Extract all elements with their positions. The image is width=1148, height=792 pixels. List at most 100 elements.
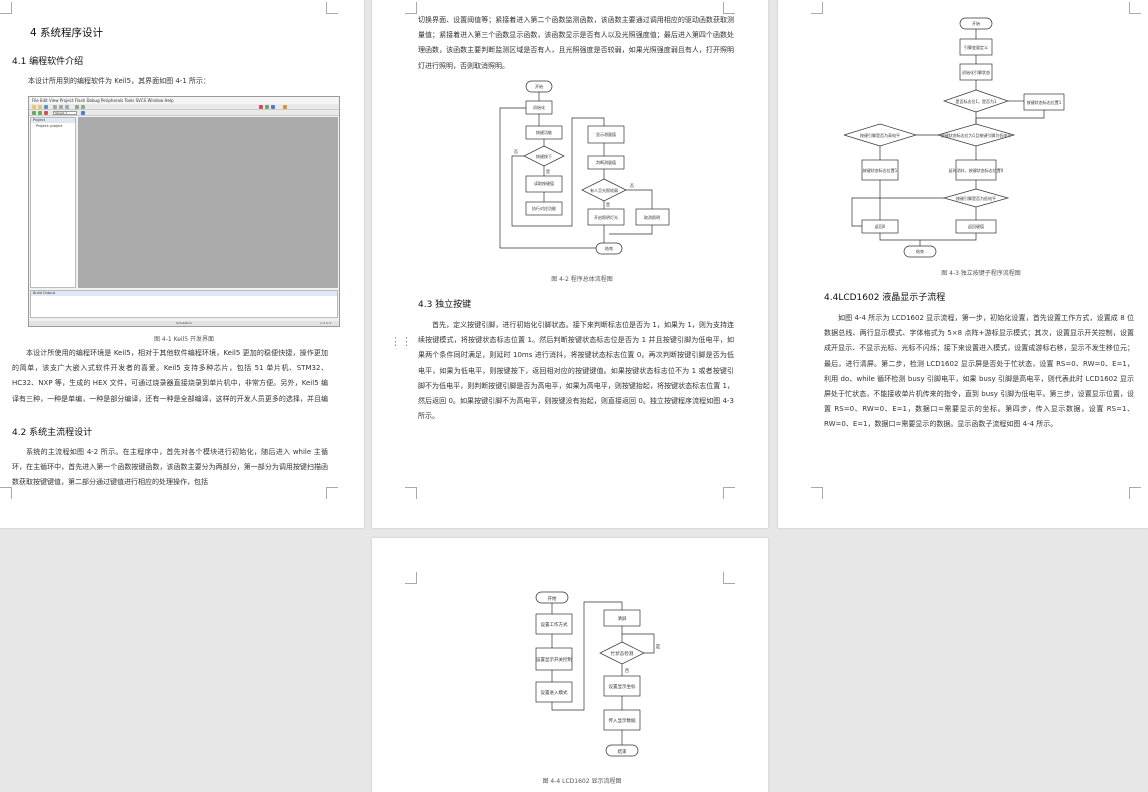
figure-caption: 图 4-2 程序总体流程图 — [551, 276, 613, 283]
status-position: L:1 C:1 — [320, 321, 331, 325]
project-panel: Project Project: project — [30, 117, 76, 288]
node-cond: 有人且光照较弱 — [590, 187, 618, 193]
label-no: 否 — [514, 149, 518, 154]
options-icon — [81, 111, 85, 115]
build-output-header: Build Output — [31, 291, 337, 296]
redo-icon — [81, 105, 85, 109]
section-heading: 4.1 编程软件介绍 — [12, 57, 84, 67]
node-clear: 清屏 — [618, 615, 627, 622]
node-read-key: 读取按键值 — [534, 180, 554, 186]
crop-mark — [1129, 487, 1141, 499]
copy-icon — [59, 105, 63, 109]
figure-caption: 图 4-1 Keil5 开发界面 — [153, 336, 214, 343]
search-icon — [271, 105, 275, 109]
ide-menubar: File Edit View Project Flash Debug Perip… — [29, 97, 339, 104]
node-mode: 设置工作方式 — [541, 621, 568, 628]
node-exec: 执行对应功能 — [532, 205, 556, 211]
node-init: 初始化 — [533, 104, 545, 110]
crop-mark — [723, 487, 735, 499]
node-start: 开始 — [535, 83, 543, 89]
node-init: 初始化引脚状态 — [962, 69, 990, 75]
node-light-off: 取消照明 — [644, 214, 660, 220]
label-yes: 是 — [656, 644, 661, 650]
crop-mark — [326, 2, 338, 14]
editor-area — [78, 117, 338, 288]
label-yes: 是 — [606, 201, 610, 207]
node-disp: 设置显示开关控制 — [536, 656, 572, 663]
paragraph: 首先，定义按键引脚，进行初始化引脚状态。接下来判断标志位是否为 1，如果为 1，… — [418, 321, 734, 421]
debug-icon — [259, 105, 263, 109]
crop-mark — [811, 2, 823, 14]
build-output-panel: Build Output — [30, 290, 338, 318]
section-heading: 4.3 独立按键 — [418, 300, 472, 310]
keil5-screenshot: File Edit View Project Flash Debug Perip… — [28, 96, 340, 327]
node-end: 结束 — [605, 245, 613, 251]
ide-statusbar: Simulation L:1 C:1 — [29, 321, 339, 326]
node-cond2: 按键状态标志位为1且按键引脚为低电平 — [941, 132, 1012, 138]
crop-mark — [0, 2, 12, 14]
ide-build-toolbar: Target 1 — [29, 110, 339, 116]
cut-icon — [53, 105, 57, 109]
paragraph: 切换界面、设置阈值等；紧接着进入第二个函数监测函数，该函数主要通过调用相应的驱动… — [418, 16, 734, 70]
figure-caption: 图 4-4 LCD1602 显示流程图 — [542, 778, 622, 785]
download-icon — [44, 111, 48, 115]
node-pos: 设置显示坐标 — [609, 683, 636, 690]
flowchart-fig4-4: 开始 设置工作方式 设置显示开关控制 设置进入模式 清屏 忙状态检测 设置显示坐… — [535, 591, 661, 757]
label-no: 否 — [625, 668, 630, 674]
flowchart-fig4-2: 开始 初始化 按键功能 按键按下 读取按键值 执行对应功能 显示测量值 判断测量… — [499, 80, 670, 255]
node-end: 结束 — [618, 748, 627, 755]
paragraph: 本设计所用到的编程软件为 Keil5，其界面如图 4-1 所示： — [28, 77, 210, 85]
flowchart-fig4-3: 开始 引脚变量定义 初始化引脚状态 是否标志位1，是否为1 按键状态标志位置1 … — [844, 17, 1065, 258]
chapter-title: 4 系统程序设计 — [30, 27, 104, 39]
label-no: 否 — [630, 183, 634, 188]
node-delay: 延时消抖，按键状态标志位置0 — [949, 167, 1004, 173]
node-set1: 按键状态标志位置1 — [863, 167, 898, 173]
document-page-3: 开始 引脚变量定义 初始化引脚状态 是否标志位1，是否为1 按键状态标志位置1 … — [778, 0, 1148, 528]
save-icon — [44, 105, 48, 109]
node-busy: 忙状态检测 — [611, 650, 634, 657]
node-retkey: 返回键值 — [968, 223, 984, 229]
node-end: 结束 — [916, 248, 924, 254]
node-data: 传入显示数据 — [609, 717, 636, 724]
open-icon — [38, 105, 42, 109]
node-ret0: 返回0 — [875, 223, 886, 229]
settings-icon — [283, 105, 287, 109]
document-page-2: 切换界面、设置阈值等；紧接着进入第二个函数监测函数，该函数主要通过调用相应的驱动… — [372, 0, 768, 528]
project-tree-item: Project: project — [36, 124, 63, 128]
label-yes: 是 — [546, 168, 550, 174]
node-mode: 是否标志位1，是否为1 — [955, 98, 997, 104]
crop-mark — [723, 572, 735, 584]
drag-handle-icon[interactable]: ⋮⋮ — [390, 336, 412, 347]
node-set-flag: 按键状态标志位置1 — [1027, 99, 1062, 105]
paragraph: 系统的主流程如图 4-2 所示。在主程序中，首先对各个模块进行初始化，随后进入 … — [12, 448, 328, 487]
document-page-4: 开始 设置工作方式 设置显示开关控制 设置进入模式 清屏 忙状态检测 设置显示坐… — [372, 538, 768, 792]
node-light-on: 开启照明灯光 — [594, 214, 618, 220]
section-heading: 4.4LCD1602 液晶显示子流程 — [824, 293, 946, 303]
rebuild-icon — [38, 111, 42, 115]
paste-icon — [65, 105, 69, 109]
run-icon — [265, 105, 269, 109]
target-select: Target 1 — [53, 111, 77, 115]
paragraph: 本设计所使用的编程环境是 Keil5，相对于其他软件编程环境，Keil5 更加的… — [12, 349, 328, 403]
node-key-func: 按键功能 — [536, 129, 552, 135]
undo-icon — [75, 105, 79, 109]
node-display: 显示测量值 — [596, 131, 616, 137]
build-icon — [32, 111, 36, 115]
node-entry: 设置进入模式 — [541, 689, 568, 696]
paragraph: 如图 4-4 所示为 LCD1602 显示流程，第一步，初始化设置，首先设置工作… — [824, 314, 1134, 429]
new-file-icon — [32, 105, 36, 109]
crop-mark — [405, 572, 417, 584]
section-heading: 4.2 系统主流程设计 — [12, 428, 93, 438]
node-low: 按键引脚是否为低电平 — [956, 195, 996, 201]
node-define: 引脚变量定义 — [964, 44, 988, 50]
node-start: 开始 — [548, 595, 557, 602]
node-high: 按键引脚是否为高电平 — [860, 132, 900, 138]
node-start: 开始 — [972, 20, 980, 26]
status-text: Simulation — [176, 321, 192, 325]
document-page-1: 4 系统程序设计 4.1 编程软件介绍 本设计所用到的编程软件为 Keil5，其… — [0, 0, 364, 528]
node-judge: 判断测量值 — [596, 159, 616, 165]
figure-caption: 图 4-3 独立按键子程序流程图 — [941, 270, 1021, 277]
crop-mark — [811, 487, 823, 499]
crop-mark — [405, 2, 417, 14]
crop-mark — [405, 487, 417, 499]
